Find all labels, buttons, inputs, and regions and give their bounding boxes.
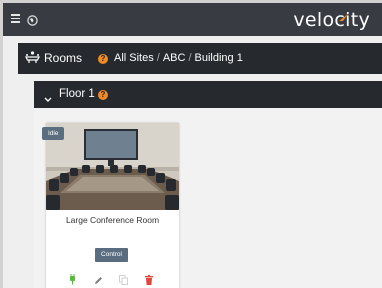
hamburger-menu-icon[interactable] bbox=[11, 14, 20, 23]
breadcrumb-separator: / bbox=[188, 52, 192, 64]
room-card[interactable]: Idle Large Conference Room Control bbox=[42, 123, 179, 288]
floor-title: Floor 1 bbox=[59, 88, 95, 100]
top-bar: velocity bbox=[3, 3, 382, 36]
delete-trash-icon[interactable] bbox=[145, 272, 153, 288]
control-button[interactable]: Control bbox=[95, 248, 128, 262]
breadcrumb-separator: / bbox=[156, 52, 160, 64]
floor-section-header[interactable]: Floor 1 ? bbox=[34, 81, 382, 108]
velocity-logo: velocity bbox=[293, 9, 370, 31]
breadcrumb: All Sites / ABC / Building 1 bbox=[114, 52, 243, 64]
room-photo bbox=[46, 123, 179, 210]
breadcrumb-site-abc[interactable]: ABC bbox=[163, 52, 186, 64]
rooms-help-icon[interactable]: ? bbox=[98, 54, 108, 64]
room-name: Large Conference Room bbox=[65, 215, 160, 225]
app-window: velocity Rooms ? All Sites / ABC / Building … bbox=[3, 3, 382, 288]
breadcrumb-building-1[interactable]: Building 1 bbox=[195, 52, 243, 64]
breadcrumb-rooms[interactable]: Rooms bbox=[44, 51, 82, 65]
chevron-down-icon[interactable] bbox=[44, 90, 52, 108]
globe-icon[interactable] bbox=[27, 13, 38, 31]
breadcrumb-bar: Rooms ? All Sites / ABC / Building 1 bbox=[18, 43, 382, 74]
plug-icon[interactable] bbox=[69, 272, 76, 288]
status-badge: Idle bbox=[42, 127, 65, 140]
edit-pencil-icon[interactable] bbox=[94, 272, 103, 288]
logo-accent-icon bbox=[339, 9, 351, 27]
copy-icon[interactable] bbox=[119, 272, 128, 288]
breadcrumb-all-sites[interactable]: All Sites bbox=[114, 52, 154, 64]
floor-help-icon[interactable]: ? bbox=[98, 90, 108, 100]
conference-table-icon bbox=[25, 51, 40, 66]
